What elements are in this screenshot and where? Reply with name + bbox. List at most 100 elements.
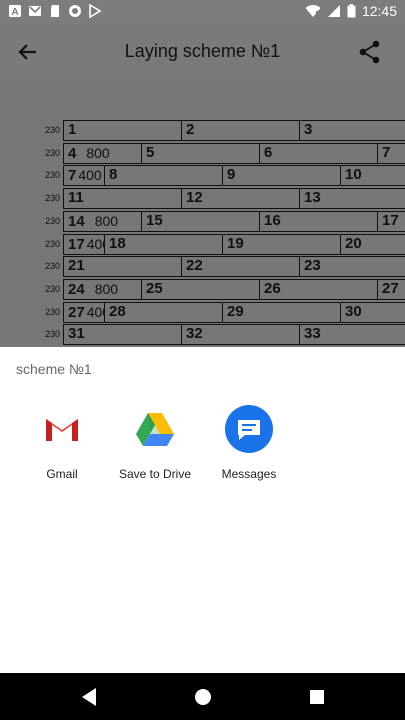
app-bar: Laying scheme №1 xyxy=(0,24,405,80)
cell-number: 2 xyxy=(186,121,195,138)
scheme-cell: 32 xyxy=(181,324,300,346)
scheme-cell: 29 xyxy=(222,301,341,323)
scheme-cell: 19 xyxy=(222,233,341,255)
battery-icon xyxy=(347,4,356,18)
scheme-cell: 14 800 xyxy=(63,210,142,232)
cell-number: 25 xyxy=(146,279,163,297)
status-bar: A 12:45 xyxy=(0,0,405,24)
cell-number: 4 xyxy=(68,144,77,162)
scheme-cell: 33 xyxy=(299,324,405,346)
cell-number: 17 xyxy=(382,211,399,229)
row-width-label: 230 xyxy=(44,193,60,204)
laying-scheme: 230 1 2 3 230 4 800 5 6 7 230 7 400 8 9 10 230 11 12 13 230 1… xyxy=(0,80,405,347)
scheme-cell: 20 xyxy=(340,233,405,255)
scheme-cell: 12 xyxy=(181,188,300,210)
recents-nav-icon[interactable] xyxy=(305,685,329,709)
cell-number: 30 xyxy=(345,302,362,320)
scheme-cell: 11 xyxy=(63,188,182,210)
scheme-cell: 28 xyxy=(104,301,223,323)
share-target-label: Save to Drive xyxy=(118,467,192,481)
messages-icon xyxy=(225,405,273,453)
cell-signal-icon xyxy=(327,5,340,17)
share-sheet-title: scheme №1 xyxy=(16,361,92,377)
cell-number: 1 xyxy=(68,121,77,138)
row-width-label: 230 xyxy=(44,306,60,317)
scheme-cell: 22 xyxy=(181,256,300,278)
cell-length: 400 xyxy=(86,303,104,320)
cell-number: 17 xyxy=(68,235,85,253)
scheme-cell: 6 xyxy=(259,142,378,164)
cell-number: 3 xyxy=(304,121,313,138)
scheme-cell: 25 xyxy=(141,278,260,300)
share-target-label: Messages xyxy=(221,467,277,481)
cell-number: 27 xyxy=(68,303,85,321)
scheme-cell: 2 xyxy=(181,120,300,141)
share-icon[interactable] xyxy=(357,39,383,65)
cell-length: 400 xyxy=(86,235,104,252)
cell-number: 14 xyxy=(68,212,85,230)
scheme-cell: 1 xyxy=(63,120,182,141)
row-width-label: 230 xyxy=(44,147,60,158)
scheme-cell: 27 xyxy=(377,278,405,300)
back-nav-icon[interactable] xyxy=(78,685,102,709)
svg-text:A: A xyxy=(11,7,18,18)
home-nav-icon[interactable] xyxy=(191,685,215,709)
cell-number: 21 xyxy=(68,257,85,275)
row-width-label: 230 xyxy=(44,125,60,135)
scheme-cell: 4 800 xyxy=(63,142,142,164)
share-target-drive[interactable]: Save to Drive xyxy=(107,405,203,481)
cell-length: 800 xyxy=(94,280,119,297)
scheme-cell: 18 xyxy=(104,233,223,255)
scheme-cell: 8 xyxy=(104,165,223,187)
row-width-label: 230 xyxy=(44,238,60,249)
scheme-cell: 7 xyxy=(377,142,405,164)
scheme-cell: 31 xyxy=(63,324,182,346)
scheme-cell: 24 800 xyxy=(63,278,142,300)
font-a-icon: A xyxy=(9,5,21,18)
system-status: 12:45 xyxy=(305,3,397,19)
scheme-cell: 26 xyxy=(259,278,378,300)
cell-number: 6 xyxy=(264,143,273,161)
cell-number: 28 xyxy=(109,302,126,320)
share-target-label: Gmail xyxy=(46,467,78,481)
scheme-cell: 21 xyxy=(63,256,182,278)
cell-number: 27 xyxy=(382,279,399,297)
scheme-cell: 23 xyxy=(299,256,405,278)
cell-number: 11 xyxy=(68,189,84,207)
scheme-cell: 17 xyxy=(377,210,405,232)
row-width-label: 230 xyxy=(44,329,60,340)
cell-number: 16 xyxy=(264,211,281,229)
google-drive-icon xyxy=(136,413,174,446)
page-title: Laying scheme №1 xyxy=(124,41,281,61)
cell-number: 15 xyxy=(146,211,163,229)
cell-number: 18 xyxy=(109,234,126,252)
scheme-cell: 27400 xyxy=(63,301,105,323)
cell-length: 800 xyxy=(86,144,110,161)
cell-number: 26 xyxy=(264,279,281,297)
notification-icons: A xyxy=(8,4,102,18)
scheme-cell: 5 xyxy=(141,142,260,164)
cell-number: 5 xyxy=(146,143,155,161)
cell-number: 31 xyxy=(68,325,85,343)
cell-length: 400 xyxy=(78,167,102,184)
share-sheet: scheme №1 Gmail Save to Drive Messages xyxy=(0,347,405,673)
cell-number: 12 xyxy=(186,189,203,207)
share-target-messages[interactable]: Messages xyxy=(201,405,297,481)
cell-length: 800 xyxy=(94,212,119,229)
navigation-bar xyxy=(0,673,405,720)
row-width-label: 230 xyxy=(44,283,60,294)
cell-number: 22 xyxy=(186,257,203,275)
scheme-cell: 30 xyxy=(340,301,405,323)
gmail-notification-icon xyxy=(29,6,41,16)
cell-number: 19 xyxy=(227,234,244,252)
cell-number: 8 xyxy=(109,166,118,184)
cell-number: 23 xyxy=(304,257,321,275)
gmail-icon xyxy=(46,417,78,441)
record-icon xyxy=(69,5,81,17)
cell-number: 7 xyxy=(382,143,391,161)
wifi-icon xyxy=(305,5,321,18)
cell-number: 20 xyxy=(345,234,362,252)
scheme-cell: 9 xyxy=(222,165,341,187)
scheme-cell: 7 400 xyxy=(63,165,105,187)
share-target-gmail[interactable]: Gmail xyxy=(14,405,110,481)
